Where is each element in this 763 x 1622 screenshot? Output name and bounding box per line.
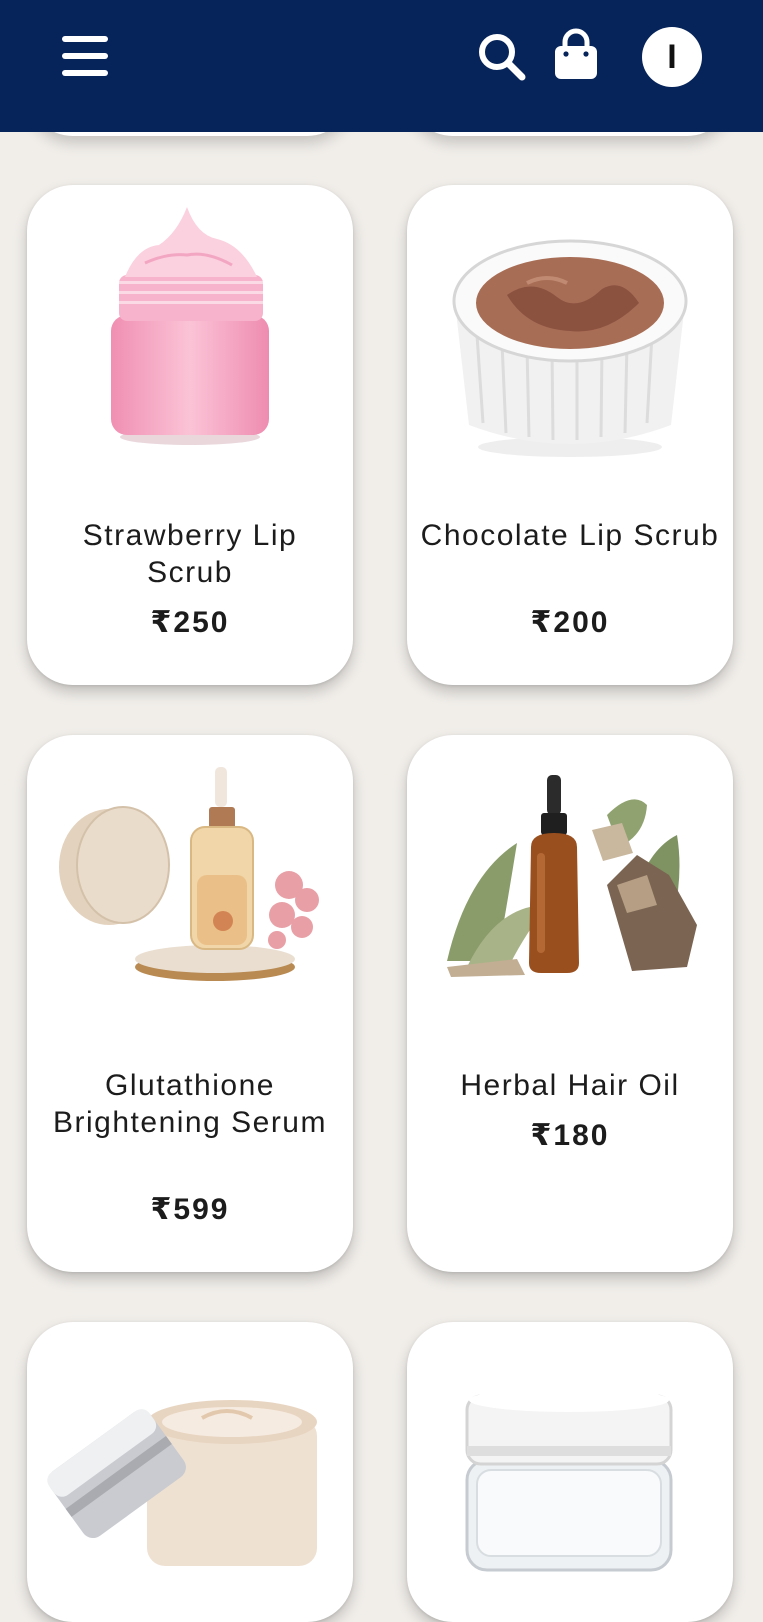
search-icon[interactable]	[475, 30, 531, 86]
product-price: ₹599	[150, 1193, 230, 1226]
shopping-bag-icon[interactable]	[550, 28, 602, 84]
product-name: Herbal Hair Oil	[460, 1069, 680, 1102]
top-app-bar: I	[0, 0, 763, 132]
product-image-pink-cream-jar	[27, 185, 353, 485]
product-image-serum-dropper-bottle	[27, 735, 353, 1035]
product-image-chocolate-scrub-bowl	[407, 185, 733, 485]
product-name: Glutathione Brightening Serum	[53, 1069, 327, 1139]
product-price: ₹180	[530, 1119, 610, 1152]
product-image-amber-oil-bottle	[407, 735, 733, 1035]
product-price: ₹200	[530, 606, 610, 639]
product-name: Strawberry Lip Scrub	[82, 519, 298, 589]
product-card[interactable]: Chocolate Lip Scrub ₹200	[407, 185, 733, 685]
product-card[interactable]: Strawberry Lip Scrub ₹250	[27, 185, 353, 685]
product-price: ₹250	[150, 606, 230, 639]
product-name: Chocolate Lip Scrub	[420, 519, 720, 552]
product-card[interactable]	[27, 1322, 353, 1622]
product-card[interactable]	[407, 1322, 733, 1622]
product-card[interactable]: Herbal Hair Oil ₹180	[407, 735, 733, 1272]
hamburger-menu-icon[interactable]	[56, 30, 116, 86]
profile-avatar[interactable]: I	[642, 27, 702, 87]
product-image-clear-glass-jar	[407, 1322, 733, 1622]
product-image-cream-jar-silver-lid	[27, 1322, 353, 1622]
product-card[interactable]: Glutathione Brightening Serum ₹599	[27, 735, 353, 1272]
